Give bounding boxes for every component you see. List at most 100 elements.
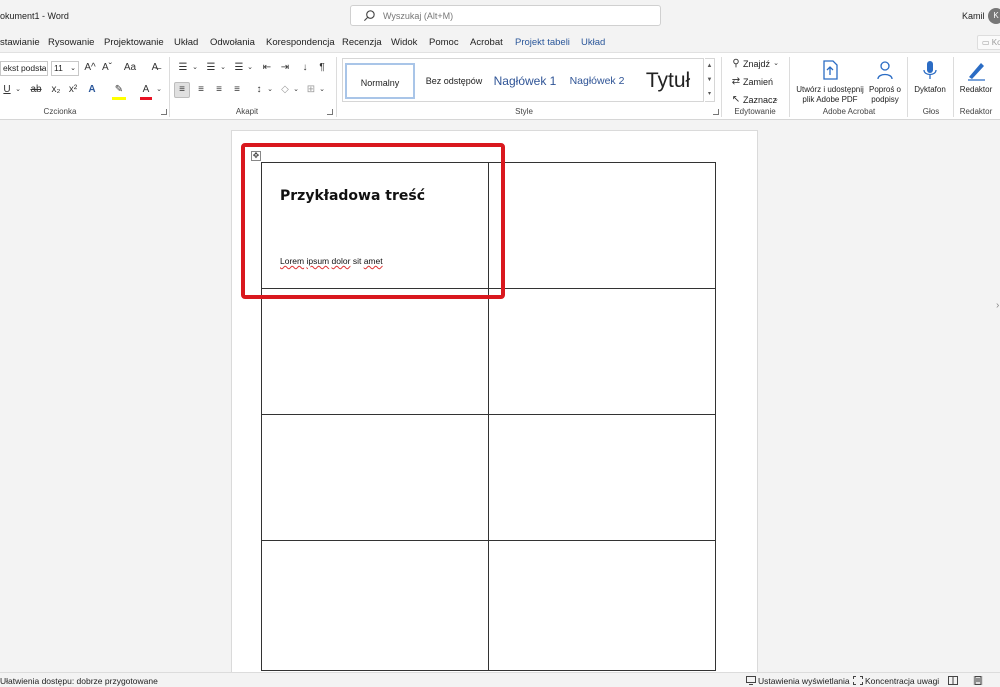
font-color-icon[interactable]: A [140, 83, 152, 100]
grow-font-button[interactable]: A^ [83, 61, 97, 75]
chevron-down-icon[interactable]: ⌄ [266, 83, 274, 97]
increase-indent-icon[interactable]: ⇥ [278, 61, 292, 75]
table-cell[interactable] [261, 288, 489, 415]
tab-pomoc[interactable]: Pomoc [429, 37, 459, 48]
bullets-icon[interactable]: ☰ [176, 61, 190, 75]
table-cell[interactable] [261, 540, 489, 671]
find-button[interactable]: Znajdź [743, 59, 770, 69]
font-size-combo[interactable]: 11 ⌄ [51, 61, 79, 76]
chevron-down-icon[interactable]: ⌄ [219, 61, 227, 75]
chevron-down-icon[interactable]: ⌄ [191, 61, 199, 75]
pilcrow-icon[interactable]: ¶ [316, 61, 328, 75]
chevron-down-icon[interactable]: ⌄ [155, 83, 163, 97]
chevron-down-icon[interactable]: ⌄ [772, 57, 780, 71]
table-cell[interactable] [488, 414, 716, 541]
style-title[interactable]: Tytuł [635, 63, 701, 99]
subscript-icon[interactable]: x₂ [50, 83, 62, 97]
clear-format-icon[interactable]: A̶ [148, 61, 162, 75]
numbering-icon[interactable]: ☰ [204, 61, 218, 75]
align-left-icon[interactable]: ≡ [174, 82, 190, 98]
text-effects-icon[interactable]: A [86, 83, 98, 97]
microphone-icon [923, 61, 937, 79]
superscript-icon[interactable]: x² [67, 83, 79, 97]
tab-korespondencja[interactable]: Korespondencja [266, 37, 335, 48]
chevron-right-icon[interactable]: › [996, 300, 999, 311]
styles-gallery-scroll[interactable]: ▲ ▼ ▾ [705, 58, 715, 102]
tab-uklad[interactable]: Układ [174, 37, 198, 48]
search-box[interactable]: Wyszukaj (Alt+M) [350, 5, 661, 26]
title-bar: okument1 - Word Wyszukaj (Alt+M) Kamil K [0, 0, 1000, 32]
display-settings-button[interactable]: Ustawienia wyświetlania [758, 676, 850, 686]
tab-widok[interactable]: Widok [391, 37, 417, 48]
shrink-font-button[interactable]: Aˇ [100, 61, 114, 75]
table-row [261, 288, 716, 415]
align-center-icon[interactable]: ≡ [194, 83, 208, 97]
table-cell[interactable] [261, 414, 489, 541]
tab-odwolania[interactable]: Odwołania [210, 37, 255, 48]
signature-icon [877, 61, 893, 80]
group-label-editor: Redaktor [959, 107, 993, 116]
chevron-down-icon[interactable]: ⌄ [772, 93, 780, 107]
highlight-icon[interactable]: ✎ [112, 83, 126, 100]
chevron-down-icon[interactable]: ⌄ [318, 83, 326, 97]
comments-button[interactable]: ▭ Ko [977, 35, 1000, 50]
change-case-button[interactable]: Aa [120, 61, 140, 75]
avatar[interactable]: K [988, 8, 1000, 24]
justify-icon[interactable]: ≡ [230, 83, 244, 97]
tab-wstawianie[interactable]: stawianie [0, 37, 40, 48]
annotation-highlight-box [241, 143, 505, 299]
font-name-combo[interactable]: ekst podsta ⌄ [0, 61, 48, 76]
replace-icon[interactable]: ⇄ [730, 75, 742, 89]
tab-rysowanie[interactable]: Rysowanie [48, 37, 94, 48]
replace-button[interactable]: Zamień [743, 77, 773, 87]
style-no-spacing[interactable]: Bez odstępów [419, 63, 489, 99]
chevron-up-icon[interactable]: ▲ [705, 59, 714, 73]
chevron-down-icon[interactable]: ⌄ [14, 83, 22, 97]
table-cell[interactable] [488, 540, 716, 671]
borders-icon[interactable]: ⊞ [304, 83, 318, 97]
line-spacing-icon[interactable]: ↕ [252, 83, 266, 97]
shading-icon[interactable]: ◇ [278, 83, 292, 97]
editor-button[interactable]: Redaktor [956, 59, 996, 95]
chevron-down-icon[interactable]: ▼ [705, 73, 714, 87]
chevron-down-icon: ⌄ [39, 65, 45, 72]
read-mode-icon[interactable] [948, 676, 958, 685]
tab-recenzja[interactable]: Recenzja [342, 37, 382, 48]
chevron-down-icon[interactable]: ⌄ [246, 61, 254, 75]
table-cell[interactable] [488, 288, 716, 415]
find-icon[interactable]: ⚲ [730, 57, 742, 71]
user-name[interactable]: Kamil [962, 11, 985, 21]
group-label-paragraph: Akapit [235, 107, 259, 116]
style-normal[interactable]: Normalny [345, 63, 415, 99]
font-dialog-launcher-icon[interactable] [161, 109, 167, 115]
sort-icon[interactable]: ↓ [298, 61, 312, 75]
tab-projekt-tabeli[interactable]: Projekt tabeli [515, 37, 570, 48]
multilevel-list-icon[interactable]: ☰ [232, 61, 246, 75]
focus-button[interactable]: Koncentracja uwagi [865, 676, 939, 686]
chevron-down-icon[interactable]: ⌄ [292, 83, 300, 97]
print-layout-icon[interactable] [973, 676, 983, 685]
tab-projektowanie[interactable]: Projektowanie [104, 37, 164, 48]
group-separator [907, 57, 908, 117]
request-signatures-button[interactable]: Poproś o podpisy [866, 59, 904, 105]
table-cell[interactable] [488, 162, 716, 289]
style-heading-2[interactable]: Nagłówek 2 [565, 63, 629, 99]
comment-icon: ▭ [982, 38, 992, 47]
group-label-font: Czcionka [43, 107, 77, 116]
tab-uklad-tabeli[interactable]: Układ [581, 37, 605, 48]
paragraph-dialog-launcher-icon[interactable] [327, 109, 333, 115]
select-icon[interactable]: ↖ [730, 93, 742, 107]
accessibility-status[interactable]: Ułatwienia dostępu: dobrze przygotowane [0, 676, 158, 686]
group-separator [721, 57, 722, 117]
styles-dialog-launcher-icon[interactable] [713, 109, 719, 115]
more-icon[interactable]: ▾ [705, 87, 714, 101]
search-icon [363, 10, 375, 22]
dictate-button[interactable]: Dyktafon [910, 59, 950, 95]
decrease-indent-icon[interactable]: ⇤ [260, 61, 274, 75]
align-right-icon[interactable]: ≡ [212, 83, 226, 97]
style-heading-1[interactable]: Nagłówek 1 [489, 63, 561, 99]
strikethrough-icon[interactable]: ab [30, 83, 42, 97]
create-pdf-button[interactable]: Utwórz i udostępnij plik Adobe PDF [794, 59, 866, 105]
underline-icon[interactable]: U [2, 83, 12, 97]
tab-acrobat[interactable]: Acrobat [470, 37, 503, 48]
